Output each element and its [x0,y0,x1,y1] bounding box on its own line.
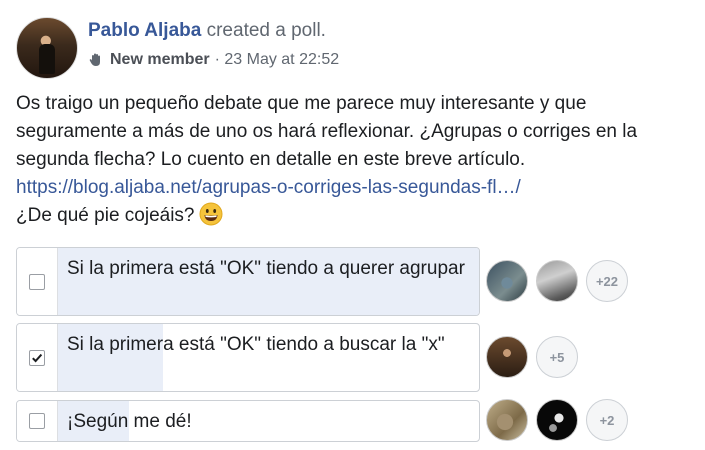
post-text-line: seguramente a más de uno os hará reflexi… [16,121,638,142]
more-voters-count[interactable]: +22 [586,260,628,302]
post-text-line: segunda flecha? Lo cuento en detalle en … [16,149,526,170]
poll-option-2-voters[interactable]: +5 [486,336,578,378]
poll-option-label: Si la primera está "OK" tiendo a querer … [67,258,465,279]
poll-option-checkbox[interactable] [29,273,45,290]
waving-hand-icon [89,53,100,66]
post-action-text: created a poll. [206,20,326,41]
voter-avatar[interactable] [486,399,528,441]
poll-option-checkbox[interactable] [29,349,45,366]
post-text-line: Os traigo un pequeño debate que me parec… [16,93,587,114]
post-question: ¿De qué pie cojeáis? [16,202,696,230]
new-member-badge: New member [110,51,210,68]
poll-option-checkbox[interactable] [29,413,45,429]
poll-option-1[interactable]: Si la primera está "OK" tiendo a querer … [16,247,480,316]
voter-avatar[interactable] [536,260,578,302]
poll-option-2[interactable]: Si la primera está "OK" tiendo a buscar … [16,323,480,392]
post-body: Os traigo un pequeño debate que me parec… [16,90,696,230]
author-name-link[interactable]: Pablo Aljaba [88,20,201,41]
poll-option-checkbox-cell[interactable] [17,248,58,315]
checkmark-icon [32,353,43,362]
more-voters-count[interactable]: +2 [586,399,628,441]
voter-avatar[interactable] [486,260,528,302]
poll-option-label: ¡Según me dé! [67,411,192,432]
poll-option-3-voters[interactable]: +2 [486,399,628,441]
post-header: Pablo Aljaba created a poll. [88,20,326,42]
voter-avatar[interactable] [536,399,578,441]
post-question-text: ¿De qué pie cojeáis? [16,205,195,226]
more-voters-count[interactable]: +5 [536,336,578,378]
post-timestamp[interactable]: · 23 May at 22:52 [215,51,340,69]
poll-option-label: Si la primera está "OK" tiendo a buscar … [67,334,445,355]
poll-option-checkbox-cell[interactable] [17,324,58,391]
post-meta: New member · 23 May at 22:52 [88,51,339,69]
poll-option-1-voters[interactable]: +22 [486,260,628,302]
post-author-avatar[interactable] [16,17,78,79]
poll-option-3[interactable]: ¡Según me dé! [16,400,480,442]
poll-option-checkbox-cell[interactable] [17,401,58,441]
grinning-face-emoji-icon [199,202,222,226]
voter-avatar[interactable] [486,336,528,378]
article-link[interactable]: https://blog.aljaba.net/agrupas-o-corrig… [16,177,521,198]
